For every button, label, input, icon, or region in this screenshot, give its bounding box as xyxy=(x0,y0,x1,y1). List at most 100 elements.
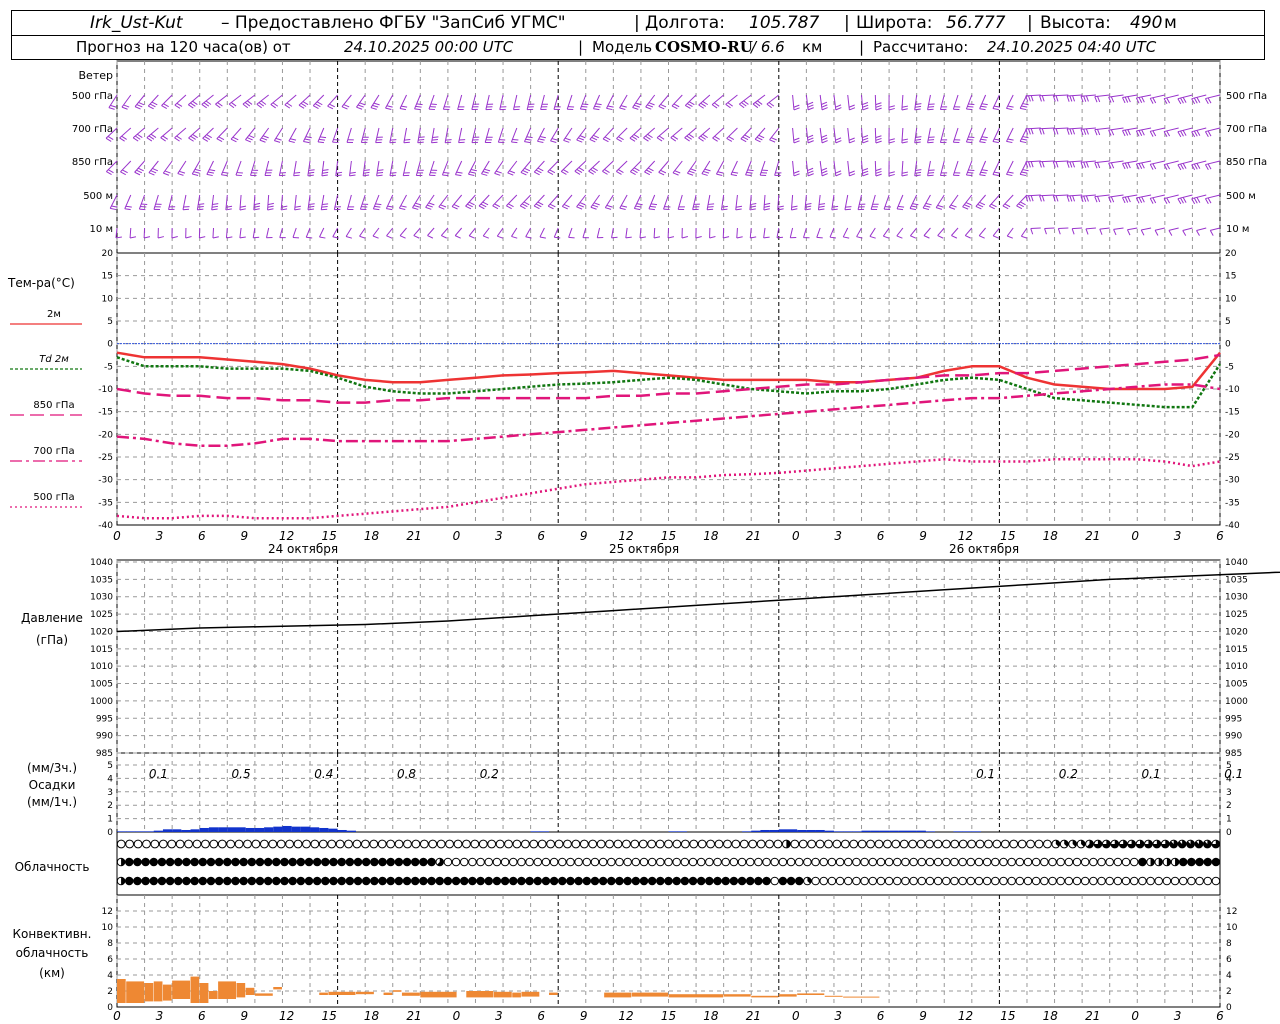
precip-bar xyxy=(199,827,209,832)
wind-barb-feather xyxy=(134,171,141,176)
wind-barb-feather xyxy=(992,141,999,144)
wind-barb-feather xyxy=(122,169,128,174)
wind-barb-feather xyxy=(445,141,452,144)
wind-barb-feather xyxy=(507,172,514,176)
time-tick-label-bottom: 0 xyxy=(113,1009,121,1023)
cloud-symbol xyxy=(868,857,878,867)
pres-tick-right: 1000 xyxy=(1225,697,1248,707)
cloud-symbol xyxy=(942,857,951,867)
time-tick-label-bottom: 3 xyxy=(156,1009,164,1023)
convective-bar xyxy=(778,994,797,997)
wind-barb-feather xyxy=(875,140,882,144)
wind-barb-feather xyxy=(1152,130,1157,137)
cloud-symbol xyxy=(860,876,869,886)
wind-barb xyxy=(901,160,904,176)
wind-barb xyxy=(1205,94,1221,100)
wind-barb xyxy=(937,227,945,236)
wind-barb-feather xyxy=(750,202,757,206)
wind-barb-feather xyxy=(1166,97,1171,104)
time-tick-label-bottom: 21 xyxy=(406,1009,421,1023)
cloud-symbol xyxy=(852,857,861,867)
cloud-symbol xyxy=(999,876,1008,886)
wind-barb-feather xyxy=(320,136,327,139)
wind-barb-feather xyxy=(1069,161,1073,168)
precip-label: 0.5 xyxy=(232,767,251,781)
cloud-symbol xyxy=(1146,876,1155,886)
cloud-symbol-fill xyxy=(280,877,289,885)
wind-barb xyxy=(726,127,738,139)
wind-barb xyxy=(1030,227,1041,230)
cloud-symbol xyxy=(251,839,261,849)
wind-barb-feather xyxy=(1122,163,1126,170)
cloud-symbol-fill xyxy=(484,877,493,885)
wind-barb-feather xyxy=(1127,96,1131,103)
wind-barb-feather xyxy=(1085,161,1089,168)
wind-barb-feather xyxy=(305,136,312,139)
wind-barb xyxy=(1085,227,1096,230)
cloud-symbol-fill xyxy=(705,877,714,885)
wind-barb-feather xyxy=(888,107,895,111)
wind-barb-feather xyxy=(975,205,982,210)
wind-barb xyxy=(511,227,518,237)
cloud-symbol xyxy=(243,839,252,849)
cloud-symbol xyxy=(478,839,488,849)
wind-barb-feather xyxy=(370,107,377,110)
wind-barb xyxy=(1191,194,1207,200)
wind-barb-feather xyxy=(432,136,439,138)
wind-barb-feather xyxy=(1138,197,1143,204)
wind-barb xyxy=(736,227,738,239)
wind-barb xyxy=(1039,194,1055,197)
wind-barb-feather xyxy=(698,104,704,109)
wind-barb-feather xyxy=(313,105,319,110)
wind-barb-feather xyxy=(660,103,667,108)
precip-bar xyxy=(787,829,798,832)
wind-barb-feather xyxy=(793,140,800,144)
temp-tick-right: 10 xyxy=(1225,294,1237,304)
wind-barb-feather xyxy=(239,236,246,239)
cloud-symbol xyxy=(310,839,320,849)
wind-barb-feather xyxy=(849,173,856,177)
wind-barb xyxy=(856,227,862,237)
wind-barb-feather xyxy=(494,203,501,208)
cloud-symbol xyxy=(773,839,783,849)
wind-barb xyxy=(230,127,242,140)
wind-barb-feather xyxy=(373,208,380,211)
wind-barb-feather xyxy=(576,206,583,210)
cloud-symbol-fill xyxy=(321,877,330,885)
precip-bar xyxy=(852,831,862,832)
cloud-symbol xyxy=(1178,876,1188,886)
precip-bar xyxy=(889,830,899,832)
wind-barb xyxy=(616,127,628,139)
cloud-symbol xyxy=(958,839,968,849)
wind-barb-feather xyxy=(821,107,828,111)
cloud-symbol-fill xyxy=(199,877,207,885)
temp-tick-left: 10 xyxy=(102,294,114,304)
wind-barb-feather xyxy=(951,235,958,239)
wind-barb-feather xyxy=(294,172,301,174)
wind-barb xyxy=(182,194,187,210)
wind-barb-feather xyxy=(202,137,209,142)
precip-bar xyxy=(778,829,788,832)
wind-barb-feather xyxy=(148,105,154,110)
wind-barb-feather xyxy=(607,105,614,108)
cloud-symbol xyxy=(982,857,992,867)
wind-barb-feather xyxy=(376,174,383,177)
wind-barb-feather xyxy=(848,137,855,141)
wind-barb-feather xyxy=(428,202,435,206)
cloud-symbol xyxy=(1089,876,1098,886)
cloud-symbol-fill xyxy=(133,858,142,866)
wind-barb-feather xyxy=(400,205,407,208)
convective-bar xyxy=(328,991,356,995)
wind-barb-feather xyxy=(404,139,411,141)
cloud-symbol-fill xyxy=(370,877,379,885)
wind-barb-feather xyxy=(211,205,219,208)
wind-barb-feather xyxy=(924,205,931,208)
cloud-symbol-fill xyxy=(297,858,305,866)
wind-barb-feather xyxy=(616,170,622,175)
cloud-symbol xyxy=(827,857,837,867)
wind-barb xyxy=(386,227,394,237)
wind-barb-feather xyxy=(686,135,692,140)
wind-barb-feather xyxy=(262,135,269,139)
pres-tick-right: 1005 xyxy=(1225,680,1248,690)
wind-barb-feather xyxy=(470,168,477,172)
